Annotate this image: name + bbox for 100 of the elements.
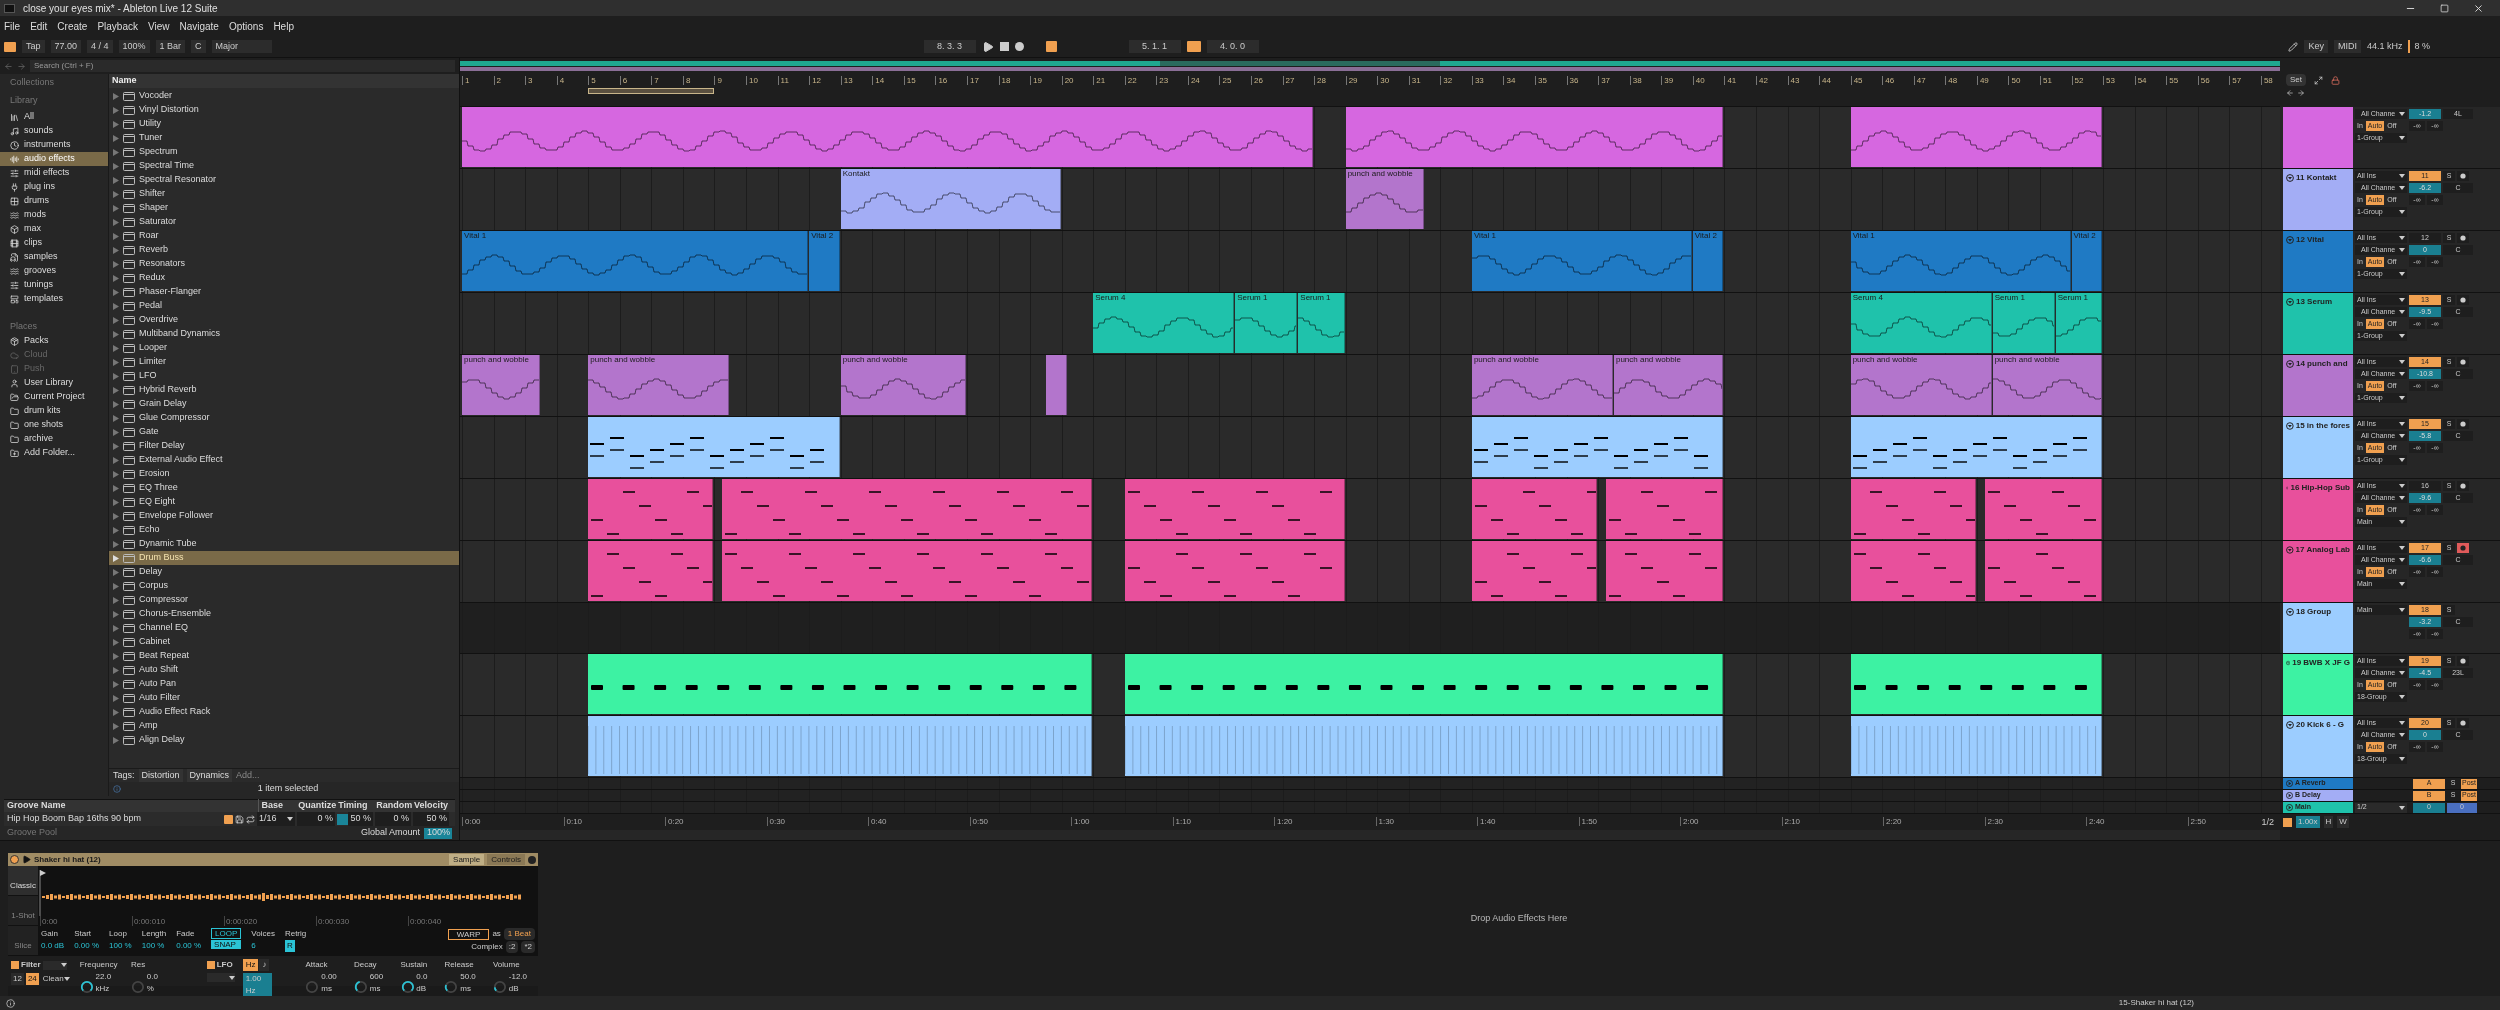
menu-item[interactable]: Navigate	[179, 18, 219, 34]
key-map-button[interactable]: Key	[2304, 40, 2328, 53]
draw-mode-icon[interactable]	[1045, 41, 1057, 52]
slope-option[interactable]: 12	[11, 973, 24, 985]
play-icon[interactable]	[981, 40, 994, 53]
clip[interactable]: punch and wobble	[1992, 355, 2103, 415]
browser-item[interactable]: Looper	[109, 341, 459, 355]
browser-item[interactable]: Cabinet	[109, 635, 459, 649]
library-item[interactable]: drums	[0, 194, 108, 208]
menu-item[interactable]: Options	[228, 18, 264, 34]
track-header[interactable]: 19 BWB X JF G	[2283, 654, 2353, 715]
clip[interactable]	[588, 541, 714, 601]
arm-button[interactable]	[2457, 233, 2469, 243]
random-field[interactable]: 0 %	[375, 812, 411, 826]
lfo-toggle[interactable]	[206, 961, 215, 969]
clip[interactable]: Vital 1	[1471, 231, 1692, 291]
clip[interactable]	[588, 716, 1093, 776]
expand-icon[interactable]	[2314, 75, 2323, 85]
double-button[interactable]: *2	[521, 941, 535, 953]
browser-item[interactable]: LFO	[109, 369, 459, 383]
knob[interactable]	[353, 979, 368, 995]
fold-icon[interactable]	[2286, 174, 2294, 182]
quantize-field[interactable]: 1 Bar	[155, 40, 186, 53]
clip[interactable]: punch and wobble	[588, 355, 730, 415]
clip[interactable]	[1124, 541, 1345, 601]
warp-button[interactable]: WARP	[447, 928, 490, 940]
browser-item[interactable]: Channel EQ	[109, 621, 459, 635]
clip[interactable]	[1124, 716, 1724, 776]
mode-button[interactable]: Classic	[8, 866, 38, 896]
param-value[interactable]: 100 %	[141, 940, 167, 952]
loop-switch[interactable]	[1186, 41, 1201, 52]
browser-item[interactable]: Amp	[109, 719, 459, 733]
add-tag-field[interactable]: Add...	[236, 768, 260, 783]
browser-item[interactable]: Vocoder	[109, 89, 459, 103]
back-icon[interactable]	[4, 61, 13, 71]
place-item[interactable]: Packs	[0, 334, 108, 348]
pencil-icon[interactable]	[2288, 41, 2299, 52]
browser-item[interactable]: Utility	[109, 117, 459, 131]
browser-item[interactable]: Hybrid Reverb	[109, 383, 459, 397]
clip[interactable]	[1850, 107, 2103, 167]
clip[interactable]	[1850, 541, 1976, 601]
browser-item[interactable]: External Audio Effect	[109, 453, 459, 467]
clip[interactable]	[1850, 716, 2103, 776]
clip[interactable]	[588, 654, 1093, 714]
arm-button[interactable]	[2457, 171, 2469, 181]
halve-button[interactable]: :2	[505, 941, 519, 953]
library-item[interactable]: midi effects	[0, 166, 108, 180]
loop-start-field[interactable]: 5. 1. 1	[1128, 40, 1181, 53]
tap-button[interactable]: Tap	[22, 40, 45, 53]
loop-length-field[interactable]: 4. 0. 0	[1206, 40, 1259, 53]
clip[interactable]: Serum 1	[2055, 293, 2103, 353]
place-item[interactable]: one shots	[0, 418, 108, 432]
browser-item[interactable]: Roar	[109, 229, 459, 243]
menu-item[interactable]: Edit	[30, 18, 48, 34]
browser-item[interactable]: Vinyl Distortion	[109, 103, 459, 117]
browser-item[interactable]: Glue Compressor	[109, 411, 459, 425]
browser-item[interactable]: Drum Buss	[109, 551, 459, 565]
track-header[interactable]: 12 Vital	[2283, 231, 2353, 292]
clip[interactable]: punch and wobble	[840, 355, 966, 415]
browser-item[interactable]: Chorus-Ensemble	[109, 607, 459, 621]
clip[interactable]: Kontakt	[840, 169, 1061, 229]
place-item[interactable]: archive	[0, 432, 108, 446]
browser-item[interactable]: EQ Three	[109, 481, 459, 495]
clip[interactable]: Serum 1	[1992, 293, 2055, 353]
browser-item[interactable]: Pedal	[109, 299, 459, 313]
clip[interactable]: Vital 2	[1692, 231, 1724, 291]
browser-item[interactable]: Redux	[109, 271, 459, 285]
position-field[interactable]: 8. 3. 3	[923, 40, 976, 53]
track-header[interactable]: 16 Hip-Hop Sub	[2283, 479, 2353, 540]
param-value[interactable]: 0.00 %	[176, 940, 202, 952]
search-field[interactable]: Search (Ctrl + F)	[30, 60, 455, 72]
arm-button[interactable]	[2457, 718, 2469, 728]
clip[interactable]: Serum 1	[1298, 293, 1345, 353]
tag-chip[interactable]: Dynamics	[186, 768, 233, 783]
clip[interactable]: Vital 1	[1850, 231, 2071, 291]
browser-item[interactable]: Corpus	[109, 579, 459, 593]
library-item[interactable]: clips	[0, 236, 108, 250]
browser-item[interactable]: Audio Effect Rack	[109, 705, 459, 719]
clip[interactable]: Vital 1	[462, 231, 809, 291]
fold-icon[interactable]	[2286, 298, 2294, 306]
clip[interactable]: punch and wobble	[1471, 355, 1613, 415]
param-value[interactable]: 0.00 %	[74, 940, 100, 952]
place-item[interactable]: User Library	[0, 376, 108, 390]
filter-type-dropdown[interactable]	[42, 960, 67, 970]
browser-item[interactable]: Echo	[109, 523, 459, 537]
clip[interactable]	[722, 479, 1093, 539]
knob[interactable]	[444, 979, 459, 995]
lfo-shape-dropdown[interactable]	[206, 973, 235, 982]
track-header[interactable]: 18 Group	[2283, 603, 2353, 653]
browser-item[interactable]: Gate	[109, 425, 459, 439]
library-item[interactable]: max	[0, 222, 108, 236]
clip[interactable]	[1045, 355, 1067, 415]
clip[interactable]	[1984, 541, 2103, 601]
library-item[interactable]: templates	[0, 292, 108, 306]
key-field[interactable]: C	[191, 40, 206, 53]
loop-brace[interactable]	[588, 88, 715, 94]
quantize-field[interactable]: 0 %	[297, 812, 335, 826]
library-item[interactable]: mods	[0, 208, 108, 222]
device-power-icon[interactable]	[10, 855, 19, 864]
clip[interactable]	[1850, 654, 2103, 714]
